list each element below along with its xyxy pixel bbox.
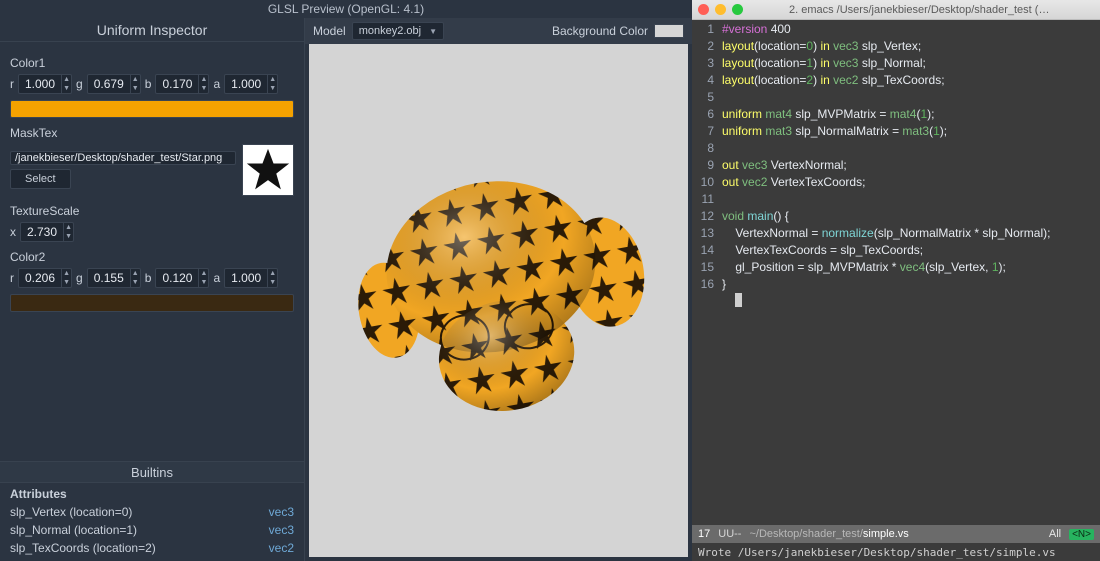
model-label: Model [313,24,346,38]
stepper-icon[interactable]: ▲▼ [267,269,277,287]
color1-r-input[interactable]: 1.000▲▼ [18,74,72,94]
editor-area[interactable]: 12345678910111213141516 #version 400layo… [692,20,1100,525]
emacs-window-title: 2. emacs /Users/janekbieser/Desktop/shad… [749,4,1094,16]
glsl-preview-window: GLSL Preview (OpenGL: 4.1) Uniform Inspe… [0,0,692,561]
texscale-label: TextureScale [10,204,294,218]
color1-g-input[interactable]: 0.679▲▼ [87,74,141,94]
builtins-header: Builtins [0,461,304,483]
stepper-icon[interactable]: ▲▼ [63,223,73,241]
glsl-window-title: GLSL Preview (OpenGL: 4.1) [0,0,692,18]
color2-swatch[interactable] [10,294,294,312]
stepper-icon[interactable]: ▲▼ [130,269,140,287]
color2-g-input[interactable]: 0.155▲▼ [87,268,141,288]
modeline-all: All [1049,528,1061,540]
rendered-model [349,156,649,446]
stepper-icon[interactable]: ▲▼ [198,269,208,287]
bgcolor-swatch[interactable] [654,24,684,38]
attributes-heading: Attributes [10,487,294,501]
viewport-toolbar: Model monkey2.obj ▼ Background Color [305,18,692,44]
attribute-row: slp_Vertex (location=0)vec3 [10,503,294,521]
color1-a-input[interactable]: 1.000▲▼ [224,74,278,94]
uniform-scroll-area[interactable]: Color1 r 1.000▲▼ g 0.679▲▼ b 0.170▲▼ a 1… [0,42,304,461]
color2-b-input[interactable]: 0.120▲▼ [155,268,209,288]
code-content[interactable]: #version 400layout(location=0) in vec3 s… [718,20,1100,525]
bgcolor-label: Background Color [552,24,648,38]
notify-badge: <N> [1069,529,1094,540]
attributes-list: Attributes slp_Vertex (location=0)vec3sl… [0,483,304,561]
attribute-row: slp_Normal (location=1)vec3 [10,521,294,539]
emacs-titlebar[interactable]: 2. emacs /Users/janekbieser/Desktop/shad… [692,0,1100,20]
stepper-icon[interactable]: ▲▼ [61,75,71,93]
modeline-path: ~/Desktop/shader_test/simple.vs [749,528,1040,540]
chevron-down-icon: ▼ [429,27,437,36]
color2-fields: r 0.206▲▼ g 0.155▲▼ b 0.120▲▼ a 1.000▲▼ [10,268,294,288]
zoom-icon[interactable] [732,4,743,15]
masktex-preview [242,144,294,196]
color2-r-input[interactable]: 0.206▲▼ [18,268,72,288]
line-number-gutter: 12345678910111213141516 [692,20,718,525]
color1-fields: r 1.000▲▼ g 0.679▲▼ b 0.170▲▼ a 1.000▲▼ [10,74,294,94]
emacs-modeline: 17 UU-- ~/Desktop/shader_test/simple.vs … [692,525,1100,543]
masktex-path-input[interactable] [10,151,236,165]
color1-b-input[interactable]: 0.170▲▼ [155,74,209,94]
stepper-icon[interactable]: ▲▼ [130,75,140,93]
inspector-title: Uniform Inspector [0,18,304,42]
model-dropdown[interactable]: monkey2.obj ▼ [352,22,444,40]
stepper-icon[interactable]: ▲▼ [267,75,277,93]
traffic-lights[interactable] [698,4,743,15]
color1-label: Color1 [10,56,294,70]
emacs-minibuffer: Wrote /Users/janekbieser/Desktop/shader_… [692,543,1100,561]
stepper-icon[interactable]: ▲▼ [61,269,71,287]
texscale-x-input[interactable]: 2.730▲▼ [20,222,74,242]
minimize-icon[interactable] [715,4,726,15]
stepper-icon[interactable]: ▲▼ [198,75,208,93]
render-viewport[interactable] [309,44,688,557]
viewport-panel: Model monkey2.obj ▼ Background Color [304,18,692,561]
attribute-row: slp_TexCoords (location=2)vec2 [10,539,294,557]
color2-a-input[interactable]: 1.000▲▼ [224,268,278,288]
uniform-inspector-panel: Uniform Inspector Color1 r 1.000▲▼ g 0.6… [0,18,304,561]
color2-label: Color2 [10,250,294,264]
emacs-window: 2. emacs /Users/janekbieser/Desktop/shad… [692,0,1100,561]
star-icon [245,147,291,193]
color1-swatch[interactable] [10,100,294,118]
masktex-label: MaskTex [10,126,294,140]
select-button[interactable]: Select [10,169,71,189]
modeline-count: 17 [698,528,710,540]
modeline-flags: UU-- [718,528,741,540]
close-icon[interactable] [698,4,709,15]
